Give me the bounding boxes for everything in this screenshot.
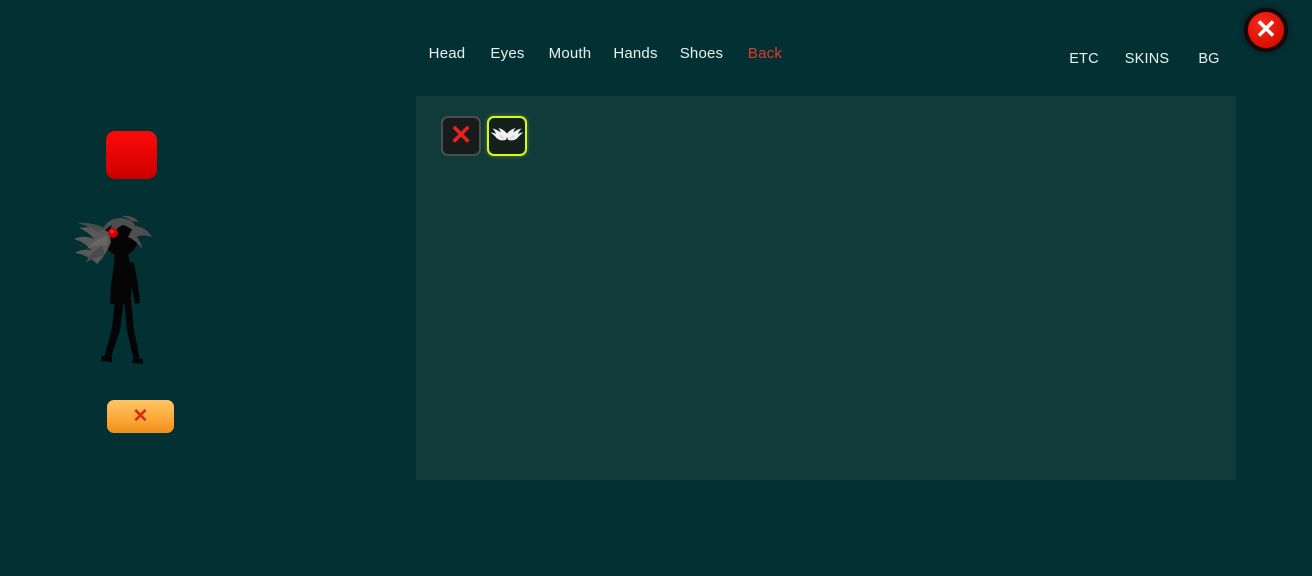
nav-item-shoes[interactable]: Shoes <box>668 44 735 64</box>
item-browser-panel: ✕ <box>416 96 1236 480</box>
character-stick-figure <box>58 204 178 374</box>
item-slot-row: ✕ <box>441 116 527 156</box>
clear-item-button[interactable]: ✕ <box>107 400 174 433</box>
item-slot-none[interactable]: ✕ <box>441 116 481 156</box>
nav-item-mouth[interactable]: Mouth <box>537 44 603 64</box>
close-x-icon: ✕ <box>1255 14 1277 44</box>
red-x-icon: ✕ <box>449 119 473 150</box>
nav-item-hands[interactable]: Hands <box>603 44 668 64</box>
nav-item-back[interactable]: Back <box>735 44 795 64</box>
angel-wings-icon <box>490 128 524 141</box>
nav-item-etc[interactable]: ETC <box>1055 49 1113 69</box>
nav-item-skins[interactable]: SKINS <box>1113 49 1181 69</box>
red-x-icon: ✕ <box>132 405 149 427</box>
color-swatch-red[interactable] <box>106 131 157 179</box>
top-nav-right: ETC SKINS BG <box>1055 49 1237 69</box>
nav-item-head[interactable]: Head <box>416 44 478 64</box>
nav-item-bg[interactable]: BG <box>1181 49 1237 69</box>
item-slot-angel-wings[interactable] <box>487 116 527 156</box>
top-nav-left: Head Eyes Mouth Hands Shoes Back <box>416 44 795 64</box>
character-svg <box>74 215 152 364</box>
close-button[interactable]: ✕ <box>1244 8 1288 52</box>
nav-item-eyes[interactable]: Eyes <box>478 44 537 64</box>
